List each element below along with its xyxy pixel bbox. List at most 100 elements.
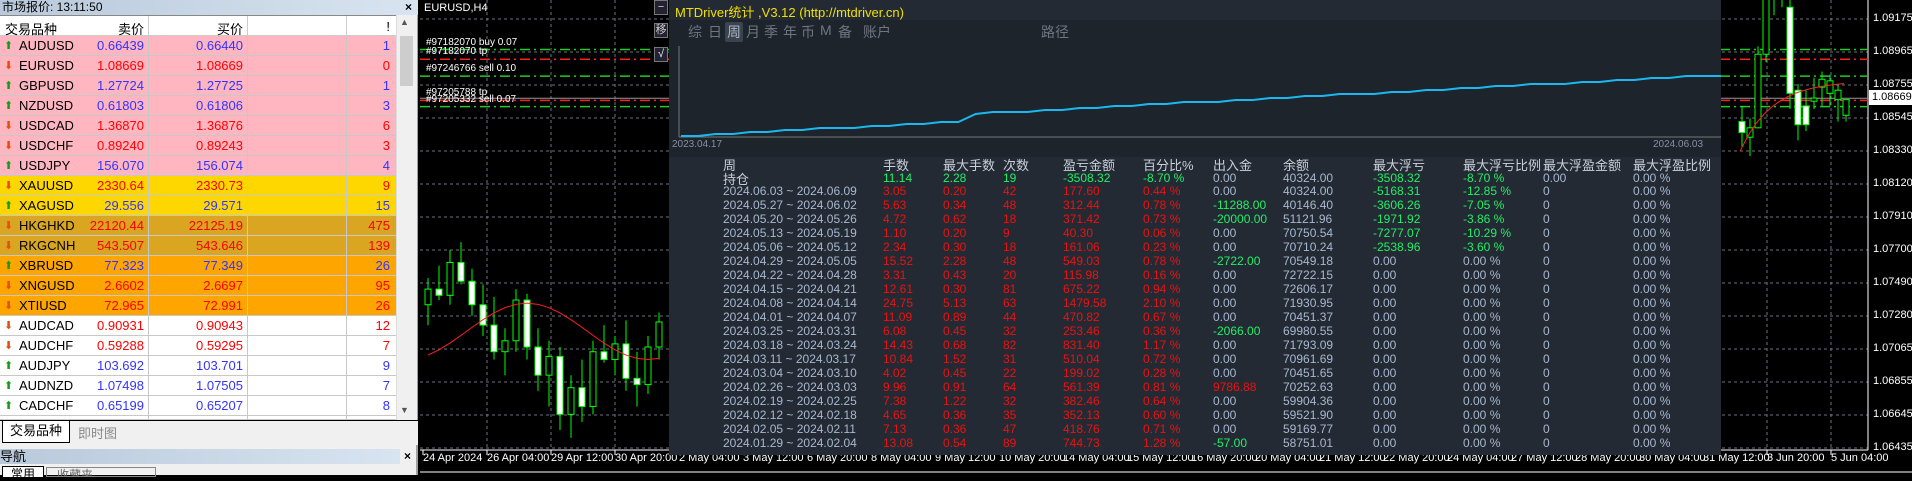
order-label[interactable]: #97246766 sell 0.10 xyxy=(426,63,516,74)
table-cell: 0.54 xyxy=(943,436,967,450)
table-cell: 2024.04.22 ~ 2024.04.28 xyxy=(723,268,857,282)
table-cell: 2024.02.05 ~ 2024.02.11 xyxy=(723,422,856,436)
left-candle xyxy=(589,351,597,408)
panel-tab-4[interactable]: 季 xyxy=(762,22,780,42)
table-cell: 0.00 xyxy=(1213,394,1237,408)
table-cell: 0.00 xyxy=(1213,366,1237,380)
table-cell: 0.00 xyxy=(1373,352,1397,366)
right-candle xyxy=(1842,99,1850,116)
right-candle xyxy=(1754,53,1762,129)
table-cell: 0.00 % xyxy=(1463,296,1501,310)
table-cell: 0.00 xyxy=(1373,268,1397,282)
table-cell: 0.20 xyxy=(943,184,967,198)
left-candle xyxy=(523,299,531,348)
order-label[interactable]: #97182070 tp xyxy=(426,46,487,57)
table-cell: -2538.96 xyxy=(1373,240,1421,254)
table-cell: 0.00 % xyxy=(1463,380,1501,394)
right-candle xyxy=(1810,97,1818,102)
price-axis-label: 1.09175 xyxy=(1873,12,1912,24)
table-cell: 72722.15 xyxy=(1283,268,1334,282)
panel-tab-7[interactable]: M xyxy=(818,22,834,38)
table-cell: 0.34 xyxy=(943,198,967,212)
panel-tab-5[interactable]: 年 xyxy=(781,22,799,42)
panel-tab-0[interactable]: 综 xyxy=(686,22,704,42)
table-cell: 0.00 % xyxy=(1633,310,1671,324)
panel-move-button[interactable]: 移 xyxy=(654,23,668,38)
table-cell: 0.00 % xyxy=(1633,422,1671,436)
table-cell: 0.71 % xyxy=(1143,422,1181,436)
position-cell: -8.70 % xyxy=(1463,171,1505,185)
table-cell: 0 xyxy=(1543,422,1550,436)
table-cell: 0.00 % xyxy=(1633,324,1671,338)
table-cell: -11288.00 xyxy=(1213,198,1267,212)
left-candle xyxy=(655,321,663,348)
table-cell: 0.00 xyxy=(1373,254,1397,268)
table-cell: 0.00 xyxy=(1213,422,1237,436)
left-candle xyxy=(435,288,443,296)
table-cell: 0 xyxy=(1543,282,1550,296)
table-cell: 0.00 xyxy=(1213,240,1237,254)
table-cell: 2024.03.18 ~ 2024.03.24 xyxy=(723,338,857,352)
panel-tab-9[interactable]: 账户 xyxy=(861,22,893,42)
table-cell: -20000.00 xyxy=(1213,212,1268,226)
table-cell: 4.02 xyxy=(883,366,907,380)
table-cell: 352.13 xyxy=(1063,408,1100,422)
panel-tab-2[interactable]: 周 xyxy=(725,22,743,42)
table-row: 2024.06.03 ~ 2024.06.09 3.05 0.20 42 177.60 0… xyxy=(669,184,1721,198)
table-cell: 7.38 xyxy=(883,394,907,408)
price-axis-label: 1.07490 xyxy=(1873,276,1912,288)
time-axis-label: 5 Jun 04:00 xyxy=(1831,452,1889,464)
table-cell: 0.45 xyxy=(943,324,967,338)
table-cell: 48 xyxy=(1003,254,1017,268)
table-cell: 2024.02.19 ~ 2024.02.25 xyxy=(723,394,857,408)
table-row: 2024.05.06 ~ 2024.05.12 2.34 0.30 18 161.06 0… xyxy=(669,240,1721,254)
price-axis-label: 1.07910 xyxy=(1873,210,1912,222)
price-axis-label: 1.06645 xyxy=(1873,408,1912,420)
table-cell: 0.00 xyxy=(1373,310,1397,324)
table-cell: 70252.63 xyxy=(1283,380,1334,394)
table-cell: 0 xyxy=(1543,436,1550,450)
table-cell: 2024.05.20 ~ 2024.05.26 xyxy=(723,212,857,226)
panel-check-button[interactable]: √ xyxy=(654,47,668,62)
table-cell: 2024.03.11 ~ 2024.03.17 xyxy=(723,352,856,366)
table-cell: 0.00 % xyxy=(1633,268,1671,282)
table-cell: 81 xyxy=(1003,282,1017,296)
table-cell: 0 xyxy=(1543,310,1550,324)
table-cell: 44 xyxy=(1003,310,1017,324)
panel-tab-path[interactable]: 路径 xyxy=(1039,22,1071,42)
panel-tab-3[interactable]: 月 xyxy=(744,22,762,42)
table-cell: 7.13 xyxy=(883,422,907,436)
position-cell: 19 xyxy=(1003,171,1017,185)
left-candle xyxy=(490,324,498,353)
table-cell: 0.00 xyxy=(1213,310,1237,324)
table-cell: 199.02 xyxy=(1063,366,1100,380)
table-cell: 0.00 % xyxy=(1633,282,1671,296)
table-cell: 0.00 xyxy=(1213,282,1237,296)
left-candle xyxy=(512,299,520,342)
table-cell: 1479.58 xyxy=(1063,296,1107,310)
table-cell: 32 xyxy=(1003,324,1017,338)
table-cell: 12.61 xyxy=(883,282,914,296)
table-cell: 0 xyxy=(1543,296,1550,310)
panel-tab-6[interactable]: 币 xyxy=(799,22,817,42)
table-cell: 0.00 xyxy=(1373,338,1397,352)
table-cell: -7.05 % xyxy=(1463,198,1505,212)
table-cell: -3.86 % xyxy=(1463,212,1505,226)
panel-tab-8[interactable]: 备 xyxy=(836,22,854,42)
table-cell: 20 xyxy=(1003,268,1017,282)
table-cell: 418.76 xyxy=(1063,422,1100,436)
table-cell: 58751.01 xyxy=(1283,436,1334,450)
panel-minimize-button[interactable]: − xyxy=(654,0,668,15)
panel-tab-1[interactable]: 日 xyxy=(706,22,724,42)
table-cell: 71793.09 xyxy=(1283,338,1334,352)
order-label[interactable]: #97205332 sell 0.07 xyxy=(426,94,516,105)
position-cell: 0.00 % xyxy=(1633,171,1671,185)
table-cell: -10.29 % xyxy=(1463,226,1512,240)
table-cell: 0.00 xyxy=(1213,268,1237,282)
time-axis-label: 29 Apr 12:00 xyxy=(551,452,614,464)
table-cell: 549.03 xyxy=(1063,254,1100,268)
table-cell: 0.30 xyxy=(943,240,967,254)
table-cell: 0.81 % xyxy=(1143,380,1181,394)
table-cell: 82 xyxy=(1003,338,1017,352)
table-cell: 40146.40 xyxy=(1283,198,1334,212)
